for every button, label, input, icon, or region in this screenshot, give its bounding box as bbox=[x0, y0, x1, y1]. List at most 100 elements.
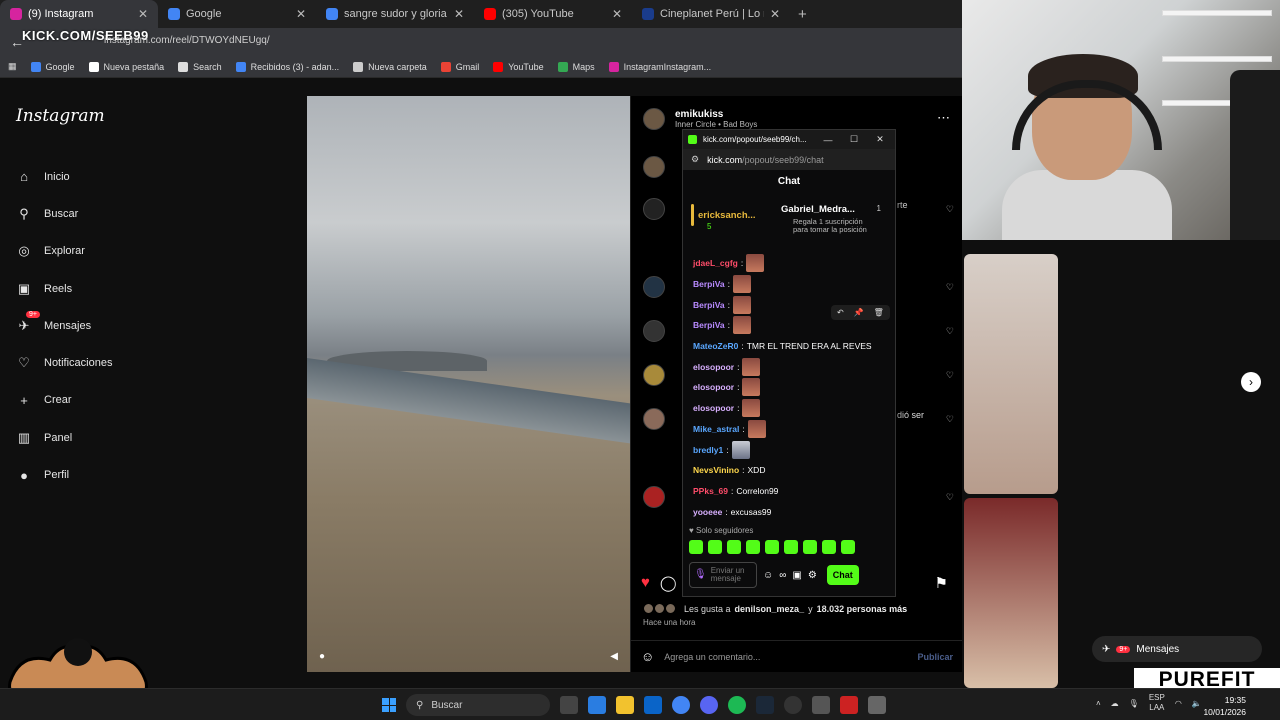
publish-button[interactable]: Publicar bbox=[917, 652, 953, 662]
delete-icon[interactable]: 🗑 bbox=[874, 308, 884, 317]
new-tab-icon[interactable]: + bbox=[798, 6, 807, 23]
emote-picker-icon[interactable]: ☺ bbox=[763, 570, 773, 581]
bookmark-item[interactable]: YouTube bbox=[493, 61, 544, 72]
emote-icon[interactable] bbox=[841, 540, 855, 554]
emote-icon[interactable] bbox=[803, 540, 817, 554]
bookmark-item[interactable]: Search bbox=[178, 61, 222, 72]
avatar[interactable] bbox=[643, 156, 665, 178]
comment-like-icon[interactable]: ♡ bbox=[946, 492, 954, 503]
browser-tab[interactable]: Google ✕ bbox=[158, 0, 316, 28]
volume-icon[interactable]: ◀︎ bbox=[610, 651, 618, 662]
site-settings-icon[interactable]: ⚙ bbox=[691, 154, 699, 165]
pin-icon[interactable]: 📌 bbox=[854, 308, 864, 317]
nav-item-inicio[interactable]: ⌂ Inicio bbox=[16, 158, 112, 195]
close-tab-icon[interactable]: ✕ bbox=[454, 7, 464, 21]
reel-video[interactable]: ● ◀︎ bbox=[307, 96, 630, 672]
bookmark-item[interactable]: InstagramInstagram... bbox=[608, 61, 711, 72]
emote-icon[interactable] bbox=[708, 540, 722, 554]
app-icon[interactable] bbox=[840, 696, 858, 714]
chat-message[interactable]: yooeee: excusas99 bbox=[693, 501, 893, 522]
likes-user[interactable]: denilson_meza_ bbox=[735, 604, 805, 614]
bookmark-item[interactable]: Maps bbox=[557, 61, 595, 72]
maximize-icon[interactable]: ☐ bbox=[844, 134, 864, 145]
taskbar-search[interactable]: ⚲ Buscar bbox=[406, 694, 550, 716]
app-icon[interactable] bbox=[812, 696, 830, 714]
emote-icon[interactable] bbox=[784, 540, 798, 554]
chat-username[interactable]: NevsVinino bbox=[693, 465, 739, 475]
bookmark-item[interactable]: Google bbox=[30, 61, 75, 72]
chat-username[interactable]: BerpiVa bbox=[693, 300, 725, 310]
nav-item-notificaciones[interactable]: ♡ Notificaciones bbox=[16, 344, 112, 381]
browser-tab[interactable]: sangre sudor y gloria - Buscar c ✕ bbox=[316, 0, 474, 28]
nav-item-explorar[interactable]: ◎ Explorar bbox=[16, 233, 112, 270]
minimize-icon[interactable]: — bbox=[818, 135, 838, 145]
close-icon[interactable]: ✕ bbox=[870, 134, 890, 145]
windows-start-icon[interactable] bbox=[382, 698, 396, 712]
chat-username[interactable]: elosopoor bbox=[693, 382, 734, 392]
messages-pill[interactable]: ✈ 9+ Mensajes bbox=[1092, 636, 1262, 662]
author-name[interactable]: emikukiss bbox=[675, 109, 757, 120]
nav-item-perfil[interactable]: ● Perfil bbox=[16, 456, 112, 493]
chat-username[interactable]: Mike_astral bbox=[693, 424, 739, 434]
comment-input[interactable]: Agrega un comentario... bbox=[664, 652, 907, 662]
chat-input[interactable]: 🎙 Enviar un mensaje bbox=[689, 562, 757, 588]
mic-tray-icon[interactable]: 🎙 bbox=[1129, 699, 1139, 708]
comment-like-icon[interactable]: ♡ bbox=[946, 326, 954, 337]
chat-username[interactable]: BerpiVa bbox=[693, 320, 725, 330]
save-bookmark-icon[interactable]: ⚑ bbox=[935, 574, 948, 592]
avatar[interactable] bbox=[643, 108, 665, 130]
more-options-icon[interactable]: ⋯ bbox=[937, 110, 950, 126]
nav-item-crear[interactable]: + Crear bbox=[16, 382, 112, 419]
gift-icon[interactable]: ▣ bbox=[792, 570, 801, 581]
nav-item-mensajes[interactable]: ✈ Mensajes 9+ bbox=[16, 307, 112, 344]
chat-username[interactable]: yooeee bbox=[693, 507, 722, 517]
file-explorer-icon[interactable] bbox=[616, 696, 634, 714]
chat-message[interactable]: elosopoor: bbox=[693, 398, 893, 419]
close-tab-icon[interactable]: ✕ bbox=[138, 7, 148, 21]
chat-username[interactable]: MateoZeR0 bbox=[693, 341, 738, 351]
settings-icon[interactable]: ⚙ bbox=[808, 570, 817, 581]
browser-tab[interactable]: Cineplanet Perú | Lo mejor del c ✕ bbox=[632, 0, 790, 28]
comment-like-icon[interactable]: ♡ bbox=[946, 370, 954, 381]
avatar[interactable] bbox=[643, 486, 665, 508]
instagram-logo[interactable]: Instagram bbox=[16, 106, 105, 126]
avatar[interactable] bbox=[643, 320, 665, 342]
nav-item-buscar[interactable]: ⚲ Buscar bbox=[16, 195, 112, 232]
steam-icon[interactable] bbox=[756, 696, 774, 714]
avatar[interactable] bbox=[643, 408, 665, 430]
reel-preview[interactable] bbox=[964, 254, 1058, 494]
send-chat-button[interactable]: Chat bbox=[826, 565, 859, 585]
browser-tab[interactable]: (9) Instagram ✕ bbox=[0, 0, 158, 28]
chat-message[interactable]: BerpiVa: bbox=[693, 274, 893, 295]
avatar[interactable] bbox=[643, 198, 665, 220]
chat-username[interactable]: BerpiVa bbox=[693, 279, 725, 289]
mic-icon[interactable]: 🎙 bbox=[694, 570, 707, 580]
reply-icon[interactable]: ↶ bbox=[837, 308, 844, 317]
chat-username[interactable]: bredly1 bbox=[693, 445, 723, 455]
chat-username[interactable]: elosopoor bbox=[693, 403, 734, 413]
reel-preview[interactable] bbox=[964, 498, 1058, 688]
cloud-icon[interactable]: ☁ bbox=[1111, 699, 1119, 708]
language-indicator[interactable]: ESP LAA bbox=[1149, 693, 1165, 713]
pinned-left[interactable]: ericksanch... bbox=[691, 204, 756, 226]
clock[interactable]: 19:35 10/01/2026 bbox=[1196, 694, 1246, 718]
task-view-icon[interactable] bbox=[560, 696, 578, 714]
chat-username[interactable]: PPks_69 bbox=[693, 486, 728, 496]
obs-icon[interactable] bbox=[784, 696, 802, 714]
calculator-icon[interactable] bbox=[868, 696, 886, 714]
store-icon[interactable] bbox=[588, 696, 606, 714]
chat-message[interactable]: elosopoor: bbox=[693, 377, 893, 398]
app-icon[interactable] bbox=[644, 696, 662, 714]
wifi-icon[interactable]: ◠ bbox=[1175, 699, 1182, 708]
bookmark-item[interactable]: Gmail bbox=[440, 61, 479, 72]
spotify-icon[interactable] bbox=[728, 696, 746, 714]
close-tab-icon[interactable]: ✕ bbox=[770, 7, 780, 21]
bookmark-item[interactable]: Nueva pestaña bbox=[88, 61, 164, 72]
pinned-right[interactable]: Gabriel_Medra... 1 Regala 1 suscripción … bbox=[781, 204, 889, 234]
chrome-icon[interactable] bbox=[672, 696, 690, 714]
likes-count[interactable]: 18.032 personas más bbox=[817, 604, 908, 614]
chat-username[interactable]: jdaeL_cgfg bbox=[693, 258, 738, 268]
emote-icon[interactable] bbox=[822, 540, 836, 554]
comment-like-icon[interactable]: ♡ bbox=[946, 282, 954, 293]
emote-icon[interactable] bbox=[746, 540, 760, 554]
